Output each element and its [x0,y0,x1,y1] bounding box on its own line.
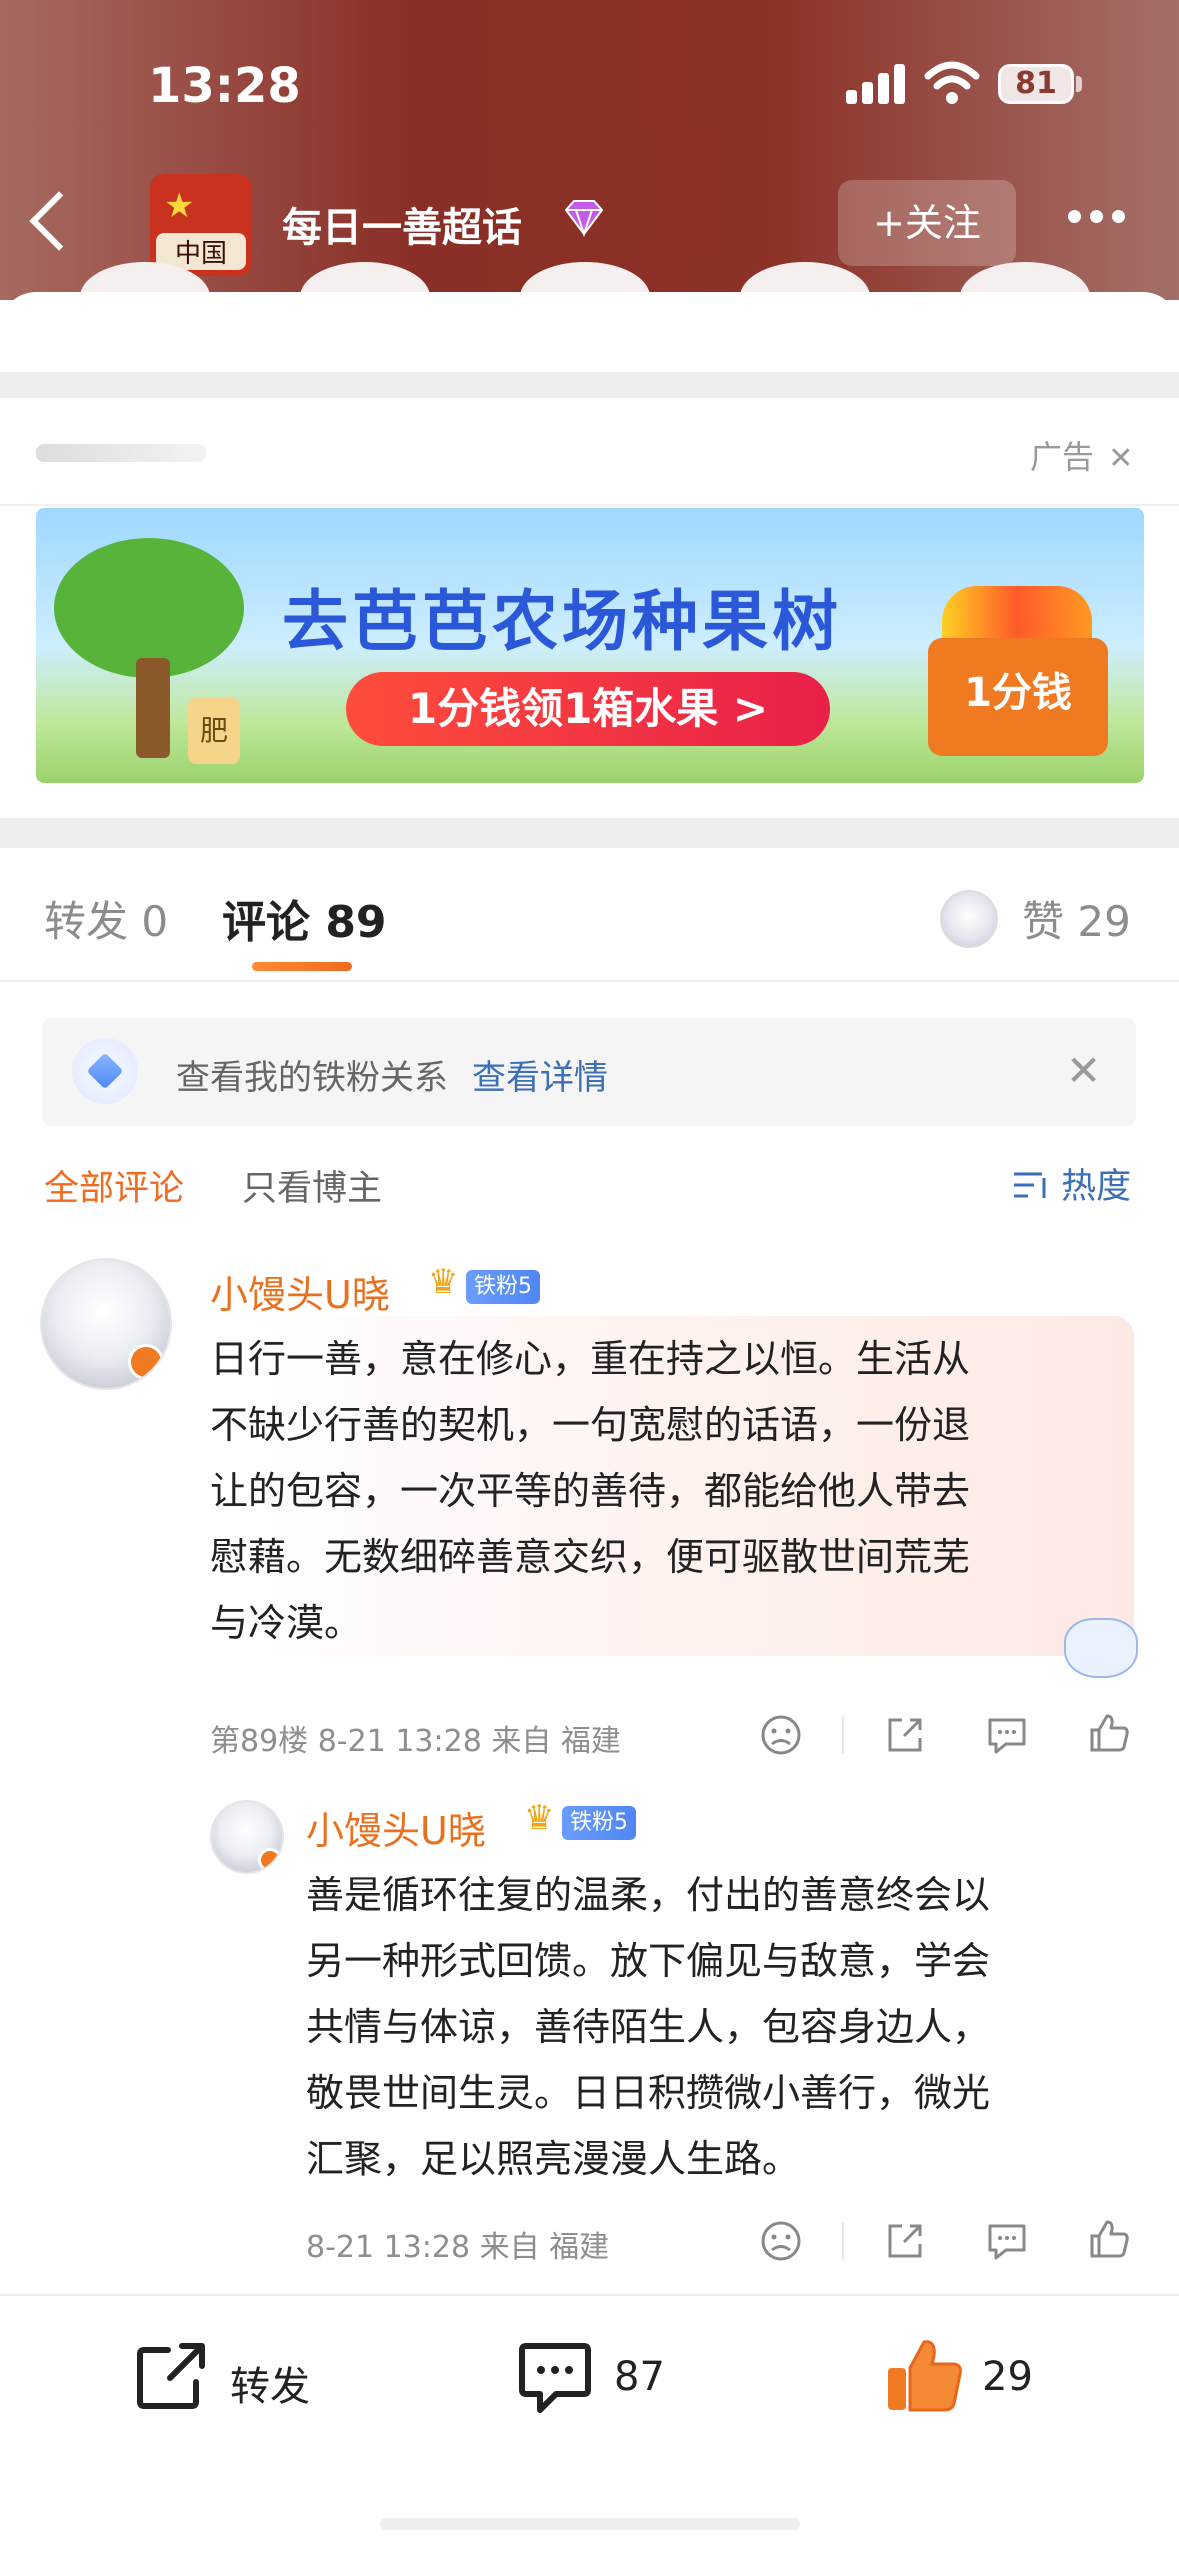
topic-avatar[interactable]: ★ 中国 [150,174,252,276]
fan-level-badge: 铁粉5 [562,1806,636,1840]
status-time: 13:28 [148,58,301,114]
tree-trunk [136,658,170,758]
comment-meta: 第89楼 8-21 13:28 来自 福建 [210,1724,621,1759]
reply-icon[interactable] [984,2218,1030,2264]
like-icon[interactable] [1086,2216,1132,2262]
ad-label-text: 广告 [1030,438,1095,476]
like-icon[interactable] [1086,1710,1132,1756]
tab-like[interactable]: 赞 29 [1022,888,1131,949]
sort-icon [1014,1172,1046,1198]
comment-icon[interactable] [516,2338,594,2418]
comment-username[interactable]: 小馒头U晓 [210,1264,390,1319]
content-sheet [0,292,1179,372]
sort-label: 热度 [1061,1167,1132,1207]
liker-avatar[interactable] [940,890,998,948]
banner-cta-button[interactable]: 1分钱领1箱水果 > [346,672,830,746]
close-icon[interactable]: ✕ [1108,441,1133,476]
fruit-box: 1分钱 [928,638,1108,756]
verified-badge [128,1344,164,1380]
follow-button[interactable]: +关注 [838,180,1016,266]
close-icon[interactable]: ✕ [1066,1050,1101,1092]
avatar[interactable] [210,1800,284,1874]
reply-icon[interactable] [984,1712,1030,1758]
repost-icon[interactable] [134,2340,212,2414]
avatar[interactable] [40,1258,172,1390]
comment-username[interactable]: 小馒头U晓 [306,1800,486,1855]
crown-icon: ♛ [428,1262,459,1302]
fan-notice-text: 查看我的铁粉关系 [176,1058,448,1098]
active-tab-indicator [252,962,352,971]
filter-blogger-only[interactable]: 只看博主 [242,1160,382,1211]
ad-divider [0,504,1179,506]
tree-icon [54,538,244,678]
fertilizer-bag: 肥 [188,698,240,764]
repost-label[interactable]: 转发 [230,2354,310,2412]
comment-text: 善是循环往复的温柔，付出的善意终会以 另一种形式回馈。放下偏见与敌意，学会 共情… [306,1873,991,2181]
signal-icon [846,62,906,104]
star-icon: ★ [164,186,195,226]
fan-relation-notice[interactable]: 查看我的铁粉关系 查看详情 ✕ [42,1018,1136,1126]
battery-indicator: 81 [998,64,1074,104]
filter-all-comments[interactable]: 全部评论 [44,1160,184,1211]
comment-meta: 8-21 13:28 来自 福建 [306,2230,610,2265]
fan-details-link[interactable]: 查看详情 [472,1050,608,1099]
tab-comment[interactable]: 评论 89 [222,886,387,950]
mascot-icon [1064,1618,1138,1678]
ad-banner[interactable]: 肥 去芭芭农场种果树 1分钱领1箱水果 > 1分钱 [36,508,1144,783]
like-filled-icon[interactable] [884,2334,966,2416]
wifi-icon [924,61,980,104]
section-divider [0,818,1179,848]
tabs-divider [0,980,1179,982]
verified-badge [258,1848,282,1872]
share-icon[interactable] [882,2218,928,2264]
action-divider [842,1716,844,1754]
diamond-icon [72,1038,138,1104]
battery-tip [1076,76,1082,92]
like-count[interactable]: 29 [982,2354,1033,2400]
dislike-icon[interactable] [758,1712,804,1758]
comment-text: 日行一善，意在修心，重在持之以恒。生活从 不缺少行善的契机，一句宽慰的话语，一份… [210,1337,971,1645]
ad-source-placeholder [36,444,206,462]
ad-label[interactable]: 广告 ✕ [1030,432,1133,478]
more-icon[interactable] [1068,208,1134,227]
dislike-icon[interactable] [758,2218,804,2264]
diamond-icon [564,200,604,238]
crown-icon: ♛ [524,1798,555,1838]
fan-level-badge: 铁粉5 [466,1270,540,1304]
sort-dropdown[interactable]: 热度 [1012,1158,1131,1209]
share-icon[interactable] [882,1712,928,1758]
section-divider [0,372,1179,398]
comment-count[interactable]: 87 [614,2354,665,2400]
topic-title[interactable]: 每日一善超话 [282,195,522,253]
action-divider [842,2222,844,2260]
banner-title: 去芭芭农场种果树 [282,583,842,660]
home-indicator [380,2518,800,2530]
tab-repost[interactable]: 转发 0 [44,888,168,949]
